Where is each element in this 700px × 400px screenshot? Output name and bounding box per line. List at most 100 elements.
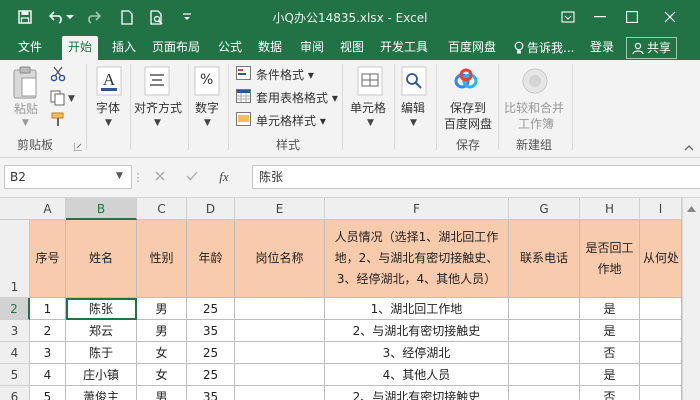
tell-me-search[interactable]: 告诉我...	[508, 36, 580, 60]
cell-b6[interactable]: 萧俊主	[66, 386, 137, 400]
cell-d2[interactable]: 25	[187, 298, 235, 320]
login-link[interactable]: 登录	[584, 36, 620, 60]
compare-merge-button[interactable]	[520, 66, 550, 99]
cells-dropdown-icon[interactable]: ▼	[367, 118, 374, 128]
editing-button[interactable]	[401, 66, 427, 99]
redo-icon[interactable]	[82, 6, 104, 28]
alignment-dropdown-icon[interactable]: ▼	[154, 118, 161, 128]
cell-g6[interactable]	[509, 386, 580, 400]
clipboard-launcher-icon[interactable]	[73, 140, 82, 154]
cell-b3[interactable]: 郑云	[66, 320, 137, 342]
row-header-5[interactable]: 5	[0, 364, 30, 386]
paste-button[interactable]	[12, 66, 40, 103]
share-button[interactable]: 共享	[626, 37, 678, 59]
cell-i3[interactable]	[640, 320, 682, 342]
row-header-6[interactable]: 6	[0, 386, 30, 400]
cell-c3[interactable]: 男	[137, 320, 187, 342]
tab-file[interactable]: 文件	[12, 36, 48, 60]
cell-a5[interactable]: 4	[30, 364, 66, 386]
cell-g3[interactable]	[509, 320, 580, 342]
cell-e3[interactable]	[235, 320, 325, 342]
header-cell-d[interactable]: 年龄	[187, 220, 235, 298]
tab-review[interactable]: 审阅	[294, 36, 330, 60]
header-cell-g[interactable]: 联系电话	[509, 220, 580, 298]
conditional-format-button[interactable]: 条件格式 ▾	[256, 66, 314, 83]
row-header-1[interactable]: 1	[0, 220, 30, 298]
tab-formulas[interactable]: 公式	[212, 36, 248, 60]
editing-dropdown-icon[interactable]: ▼	[410, 118, 417, 128]
copy-icon[interactable]	[50, 90, 66, 109]
cell-a4[interactable]: 3	[30, 342, 66, 364]
column-header-b[interactable]: B	[66, 198, 137, 220]
cell-a3[interactable]: 2	[30, 320, 66, 342]
cell-d5[interactable]: 25	[187, 364, 235, 386]
cell-i4[interactable]	[640, 342, 682, 364]
column-header-a[interactable]: A	[30, 198, 66, 220]
minimize-icon[interactable]	[588, 6, 612, 28]
table-format-button[interactable]: 套用表格格式 ▾	[256, 89, 338, 106]
cell-d3[interactable]: 35	[187, 320, 235, 342]
column-header-e[interactable]: E	[235, 198, 325, 220]
cell-e6[interactable]	[235, 386, 325, 400]
column-header-d[interactable]: D	[187, 198, 235, 220]
cell-f5[interactable]: 4、其他人员	[325, 364, 509, 386]
cell-e4[interactable]	[235, 342, 325, 364]
tab-home[interactable]: 开始	[62, 36, 99, 60]
cell-g4[interactable]	[509, 342, 580, 364]
cell-f4[interactable]: 3、经停湖北	[325, 342, 509, 364]
row-header-4[interactable]: 4	[0, 342, 30, 364]
insert-function-icon[interactable]: fx	[208, 169, 240, 185]
cell-b2[interactable]: 陈张	[66, 298, 137, 320]
save-icon[interactable]	[14, 6, 36, 28]
cell-a6[interactable]: 5	[30, 386, 66, 400]
cell-f2[interactable]: 1、湖北回工作地	[325, 298, 509, 320]
save-to-baidu-button[interactable]	[452, 66, 480, 97]
font-button[interactable]: A	[96, 66, 122, 99]
enter-icon[interactable]	[176, 170, 208, 184]
column-header-i[interactable]: I	[640, 198, 682, 220]
row-header-2[interactable]: 2	[0, 298, 30, 320]
more-options-icon[interactable]: ⋮	[132, 171, 144, 184]
cell-c5[interactable]: 女	[137, 364, 187, 386]
tab-view[interactable]: 视图	[334, 36, 370, 60]
cells-button[interactable]	[357, 66, 383, 99]
header-cell-b[interactable]: 姓名	[66, 220, 137, 298]
cell-e2[interactable]	[235, 298, 325, 320]
header-cell-h[interactable]: 是否回工作地	[580, 220, 640, 298]
header-cell-f[interactable]: 人员情况（选择1、湖北回工作地，2、与湖北有密切接触史、3、经停湖北，4、其他人…	[325, 220, 509, 298]
vertical-scrollbar[interactable]	[682, 198, 700, 400]
cell-h4[interactable]: 否	[580, 342, 640, 364]
header-cell-e[interactable]: 岗位名称	[235, 220, 325, 298]
undo-dropdown-icon[interactable]	[64, 6, 76, 28]
new-file-icon[interactable]	[116, 6, 138, 28]
cell-g2[interactable]	[509, 298, 580, 320]
column-header-c[interactable]: C	[137, 198, 187, 220]
cell-i6[interactable]	[640, 386, 682, 400]
paste-dropdown-icon[interactable]: ▼	[22, 118, 29, 128]
number-dropdown-icon[interactable]: ▼	[204, 118, 211, 128]
scroll-up-icon[interactable]	[687, 206, 696, 212]
cell-h5[interactable]: 是	[580, 364, 640, 386]
column-header-h[interactable]: H	[580, 198, 640, 220]
cell-g5[interactable]	[509, 364, 580, 386]
cell-a2[interactable]: 1	[30, 298, 66, 320]
cell-d4[interactable]: 25	[187, 342, 235, 364]
cell-i2[interactable]	[640, 298, 682, 320]
column-header-f[interactable]: F	[325, 198, 509, 220]
cell-h2[interactable]: 是	[580, 298, 640, 320]
font-dropdown-icon[interactable]: ▼	[105, 118, 112, 128]
tab-insert[interactable]: 插入	[106, 36, 142, 60]
tab-page-layout[interactable]: 页面布局	[146, 36, 206, 60]
name-box-dropdown-icon[interactable]: ▼	[116, 171, 123, 181]
collapse-ribbon-icon[interactable]	[684, 140, 694, 154]
cell-d6[interactable]: 35	[187, 386, 235, 400]
tab-data[interactable]: 数据	[252, 36, 288, 60]
formula-input[interactable]: 陈张	[252, 165, 700, 189]
name-box[interactable]: B2	[4, 165, 132, 189]
cell-c6[interactable]: 男	[137, 386, 187, 400]
cell-b4[interactable]: 陈于	[66, 342, 137, 364]
row-header-3[interactable]: 3	[0, 320, 30, 342]
cell-b5[interactable]: 庄小镇	[66, 364, 137, 386]
cut-icon[interactable]	[50, 66, 66, 85]
cell-f6[interactable]: 2、与湖北有密切接触史	[325, 386, 509, 400]
